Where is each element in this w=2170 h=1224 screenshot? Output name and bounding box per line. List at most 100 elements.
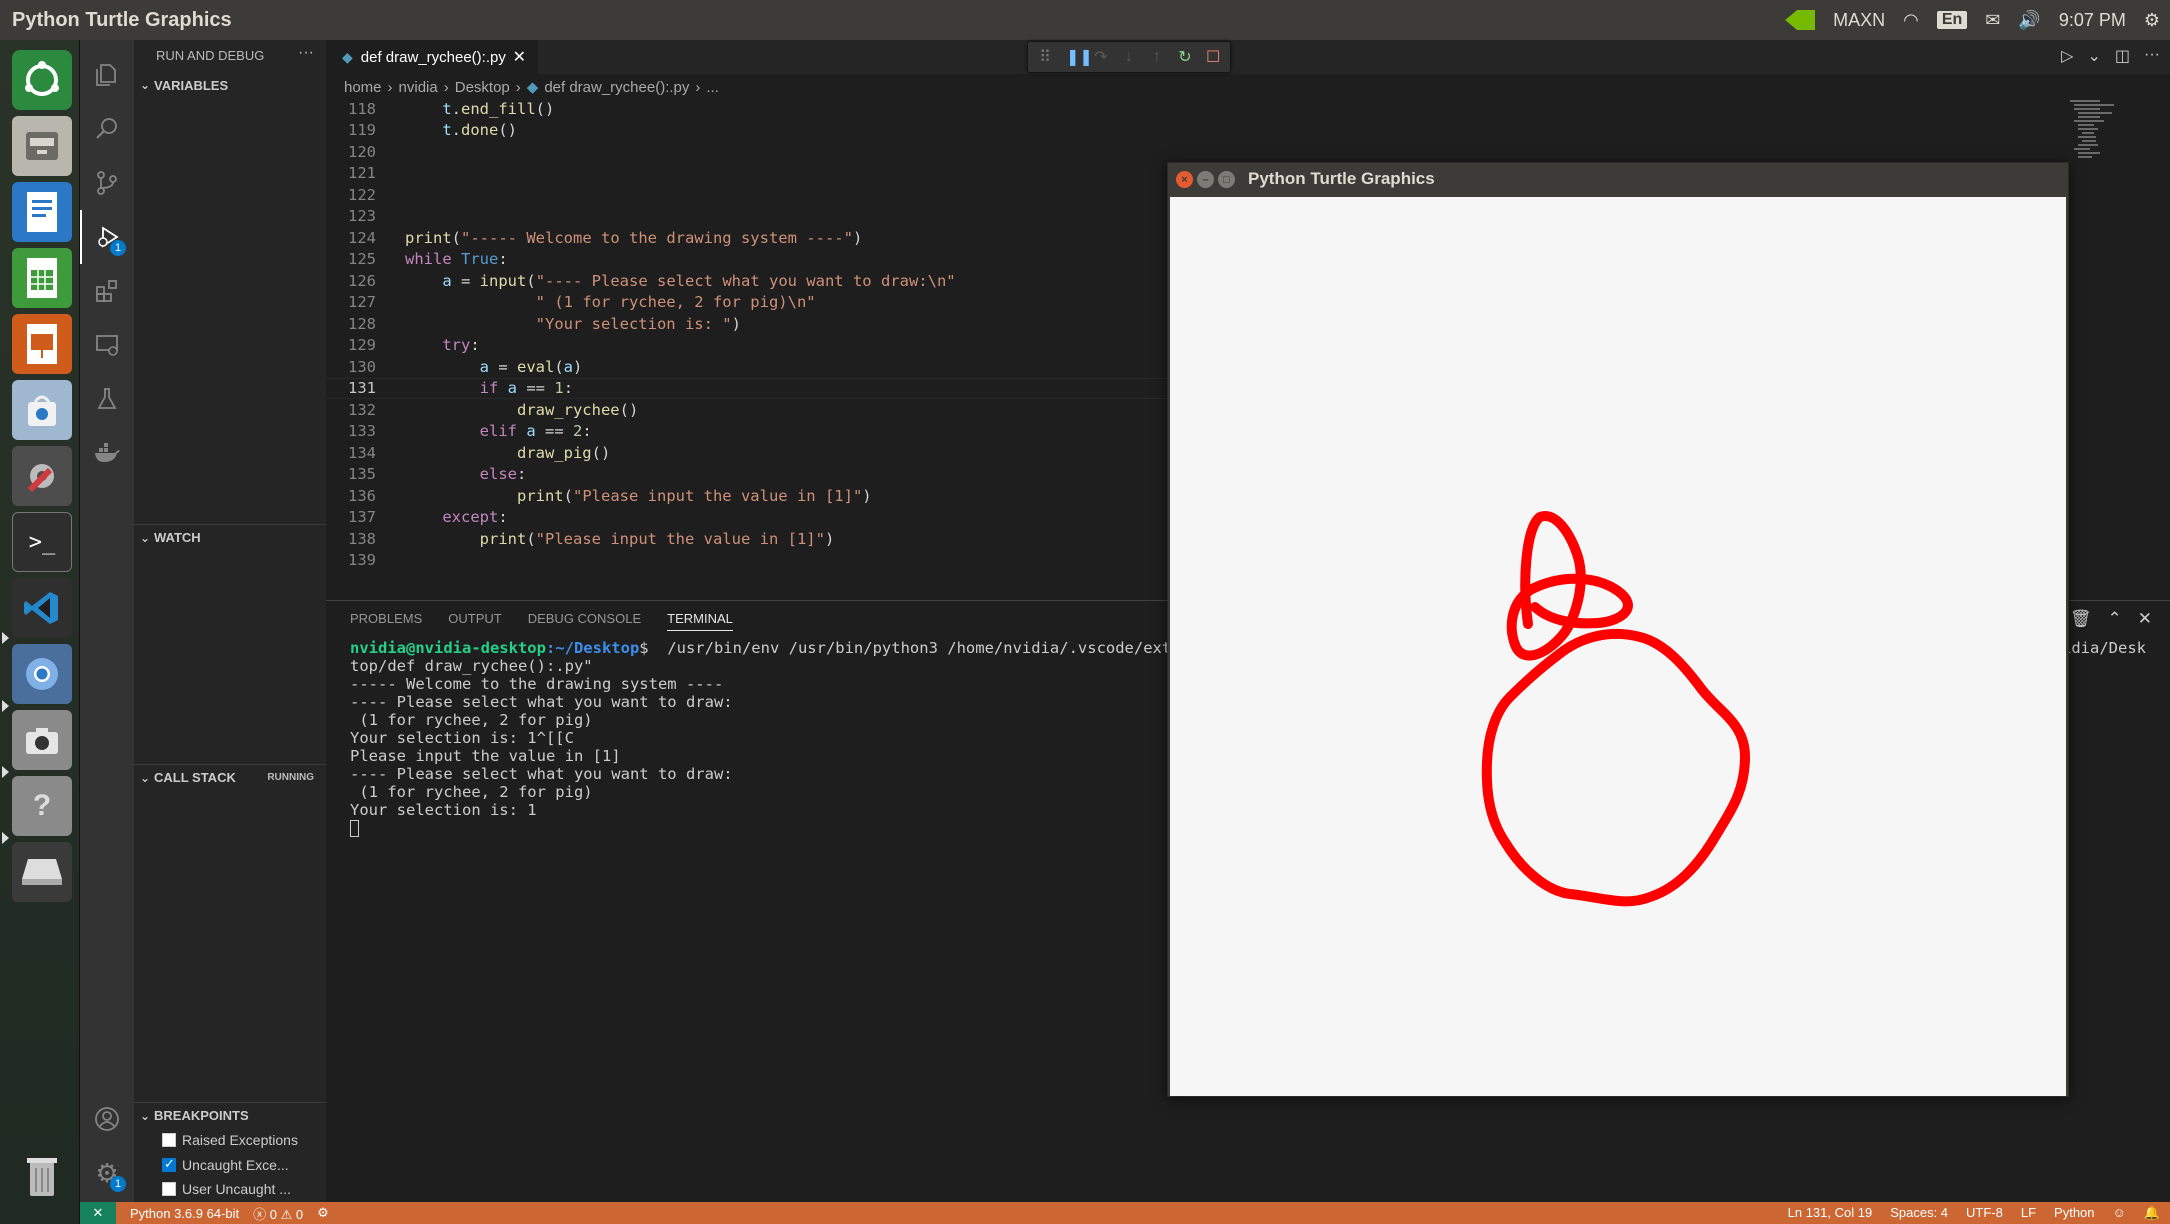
restart-icon[interactable]: ↻ [1178, 47, 1192, 67]
libreoffice-impress-icon[interactable] [12, 314, 72, 374]
settings-gear-icon[interactable]: ⚙ [2144, 10, 2160, 31]
chevron-down-icon: ⌄ [140, 1108, 151, 1123]
breakpoint-item[interactable]: Uncaught Exce... [162, 1153, 289, 1177]
notifications-bell-icon[interactable]: 🔔 [2144, 1205, 2160, 1221]
more-actions-icon[interactable]: ··· [298, 44, 314, 62]
volume-icon[interactable]: 🔊 [2018, 10, 2040, 31]
maximize-panel-chevron-up-icon[interactable]: ⌃ [2108, 609, 2122, 629]
breakpoint-checkbox[interactable] [162, 1182, 176, 1196]
chromium-icon[interactable] [12, 644, 72, 704]
debug-launch-icon[interactable]: ⚙ [317, 1205, 329, 1221]
terminal-icon[interactable]: >_ [12, 512, 72, 572]
step-out-icon[interactable]: ↑ [1150, 48, 1164, 66]
python-file-icon: ◆ [342, 48, 353, 65]
language-mode[interactable]: Python [2054, 1205, 2094, 1221]
breakpoints-section-header[interactable]: ⌄ BREAKPOINTS [134, 1102, 326, 1128]
watch-section-header[interactable]: ⌄ WATCH [134, 524, 326, 550]
drive-icon[interactable] [12, 842, 72, 902]
tab-output[interactable]: OUTPUT [448, 611, 501, 631]
ubuntu-dash-icon[interactable] [12, 50, 72, 110]
close-panel-icon[interactable]: ✕ [2138, 609, 2152, 629]
libreoffice-calc-icon[interactable] [12, 248, 72, 308]
run-icon[interactable]: ▷ [2061, 46, 2073, 66]
tab-problems[interactable]: PROBLEMS [350, 611, 422, 631]
turtle-window-titlebar[interactable]: × – □ Python Turtle Graphics [1168, 163, 2068, 195]
kill-terminal-trash-icon[interactable]: 🗑 [2070, 609, 2092, 629]
editor-tab-label: def draw_rychee():.py [360, 48, 506, 66]
breadcrumb-item[interactable]: def draw_rychee():.py [544, 79, 689, 96]
cursor-position[interactable]: Ln 131, Col 19 [1788, 1205, 1873, 1221]
mail-icon[interactable]: ✉ [1985, 10, 2000, 31]
step-over-icon[interactable]: ↷ [1094, 47, 1108, 67]
breakpoint-checkbox[interactable] [162, 1133, 176, 1147]
trash-icon[interactable] [12, 1146, 72, 1206]
pause-icon[interactable]: ❚❚ [1066, 47, 1093, 67]
keyboard-layout-indicator[interactable]: En [1936, 11, 1968, 29]
breadcrumb-item[interactable]: home [344, 79, 382, 96]
variables-section-header[interactable]: ⌄ VARIABLES [134, 72, 326, 98]
feedback-icon[interactable]: ☺ [2113, 1205, 2126, 1221]
split-editor-icon[interactable]: ◫ [2115, 46, 2130, 66]
testing-flask-icon[interactable] [80, 372, 134, 426]
encoding[interactable]: UTF-8 [1966, 1205, 2003, 1221]
code-line[interactable]: 120 [326, 141, 2046, 163]
minimize-window-icon[interactable]: – [1197, 171, 1214, 188]
wifi-icon[interactable]: ◠ [1903, 10, 1919, 31]
search-icon[interactable] [80, 102, 134, 156]
breakpoint-checkbox[interactable] [162, 1156, 176, 1172]
indentation[interactable]: Spaces: 4 [1890, 1205, 1948, 1221]
tab-terminal[interactable]: TERMINAL [667, 611, 733, 631]
close-window-icon[interactable]: × [1176, 171, 1193, 188]
breakpoint-item[interactable]: User Uncaught ... [162, 1177, 291, 1201]
code-text: draw_rychee() [516, 400, 639, 419]
turtle-graphics-window[interactable]: × – □ Python Turtle Graphics [1167, 162, 2069, 1097]
rychee-body [1481, 628, 1750, 907]
breadcrumb-item[interactable]: nvidia [399, 79, 438, 96]
turtle-canvas[interactable] [1170, 197, 2066, 1096]
explorer-icon[interactable] [80, 48, 134, 102]
help-icon[interactable]: ? [12, 776, 72, 836]
breadcrumb-item[interactable]: ... [706, 79, 719, 96]
end-of-line[interactable]: LF [2021, 1205, 2036, 1221]
power-mode-label[interactable]: MAXN [1833, 10, 1885, 31]
remote-explorer-icon[interactable] [80, 318, 134, 372]
accounts-icon[interactable] [80, 1092, 134, 1146]
tab-debug-console[interactable]: DEBUG CONSOLE [528, 611, 641, 631]
call-stack-label: CALL STACK [154, 770, 236, 785]
sidebar-title: RUN AND DEBUG [156, 47, 265, 63]
remote-indicator-icon[interactable]: ✕ [80, 1202, 116, 1224]
vscode-icon[interactable] [12, 578, 72, 638]
terminal-output[interactable]: nvidia@nvidia-desktop:~/Desktop$ /usr/bi… [350, 639, 1199, 837]
clock[interactable]: 9:07 PM [2059, 10, 2126, 31]
watch-label: WATCH [154, 530, 201, 545]
more-actions-icon[interactable]: ··· [2144, 46, 2160, 66]
code-line[interactable]: 119 t.done() [326, 120, 2046, 142]
nvidia-icon[interactable] [1785, 10, 1816, 30]
libreoffice-writer-icon[interactable] [12, 182, 72, 242]
code-line[interactable]: 118 t.end_fill() [326, 98, 2046, 120]
breadcrumb: home › nvidia › Desktop › ◆ def draw_rychee… [344, 76, 719, 98]
call-stack-section-header[interactable]: ⌄ CALL STACK RUNNING [134, 764, 326, 790]
files-icon[interactable] [12, 116, 72, 176]
breakpoint-item[interactable]: Raised Exceptions [162, 1128, 298, 1152]
run-dropdown-chevron-icon[interactable]: ⌄ [2087, 46, 2100, 66]
breadcrumb-item[interactable]: Desktop [455, 79, 510, 96]
run-and-debug-icon[interactable]: 1 [80, 210, 134, 264]
software-center-icon[interactable] [12, 380, 72, 440]
python-interpreter[interactable]: Python 3.6.9 64-bit [130, 1206, 239, 1221]
extensions-icon[interactable] [80, 264, 134, 318]
minimap[interactable] [2060, 98, 2170, 598]
step-into-icon[interactable]: ↓ [1122, 48, 1136, 66]
editor-tab[interactable]: ◆ def draw_rychee():.py ✕ [326, 40, 538, 74]
docker-icon[interactable] [80, 426, 134, 480]
manage-gear-icon[interactable]: ⚙ 1 [80, 1146, 134, 1200]
close-tab-icon[interactable]: ✕ [513, 47, 526, 67]
problems-indicator[interactable]: ⓧ 0 ⚠ 0 [253, 1204, 303, 1223]
terminal-line: (1 for rychee, 2 for pig) [350, 783, 593, 801]
camera-icon[interactable] [12, 710, 72, 770]
maximize-window-icon[interactable]: □ [1218, 171, 1235, 188]
source-control-icon[interactable] [80, 156, 134, 210]
drag-handle-icon[interactable]: ⠿ [1038, 47, 1052, 67]
stop-icon[interactable]: ☐ [1206, 47, 1220, 67]
system-settings-icon[interactable] [12, 446, 72, 506]
